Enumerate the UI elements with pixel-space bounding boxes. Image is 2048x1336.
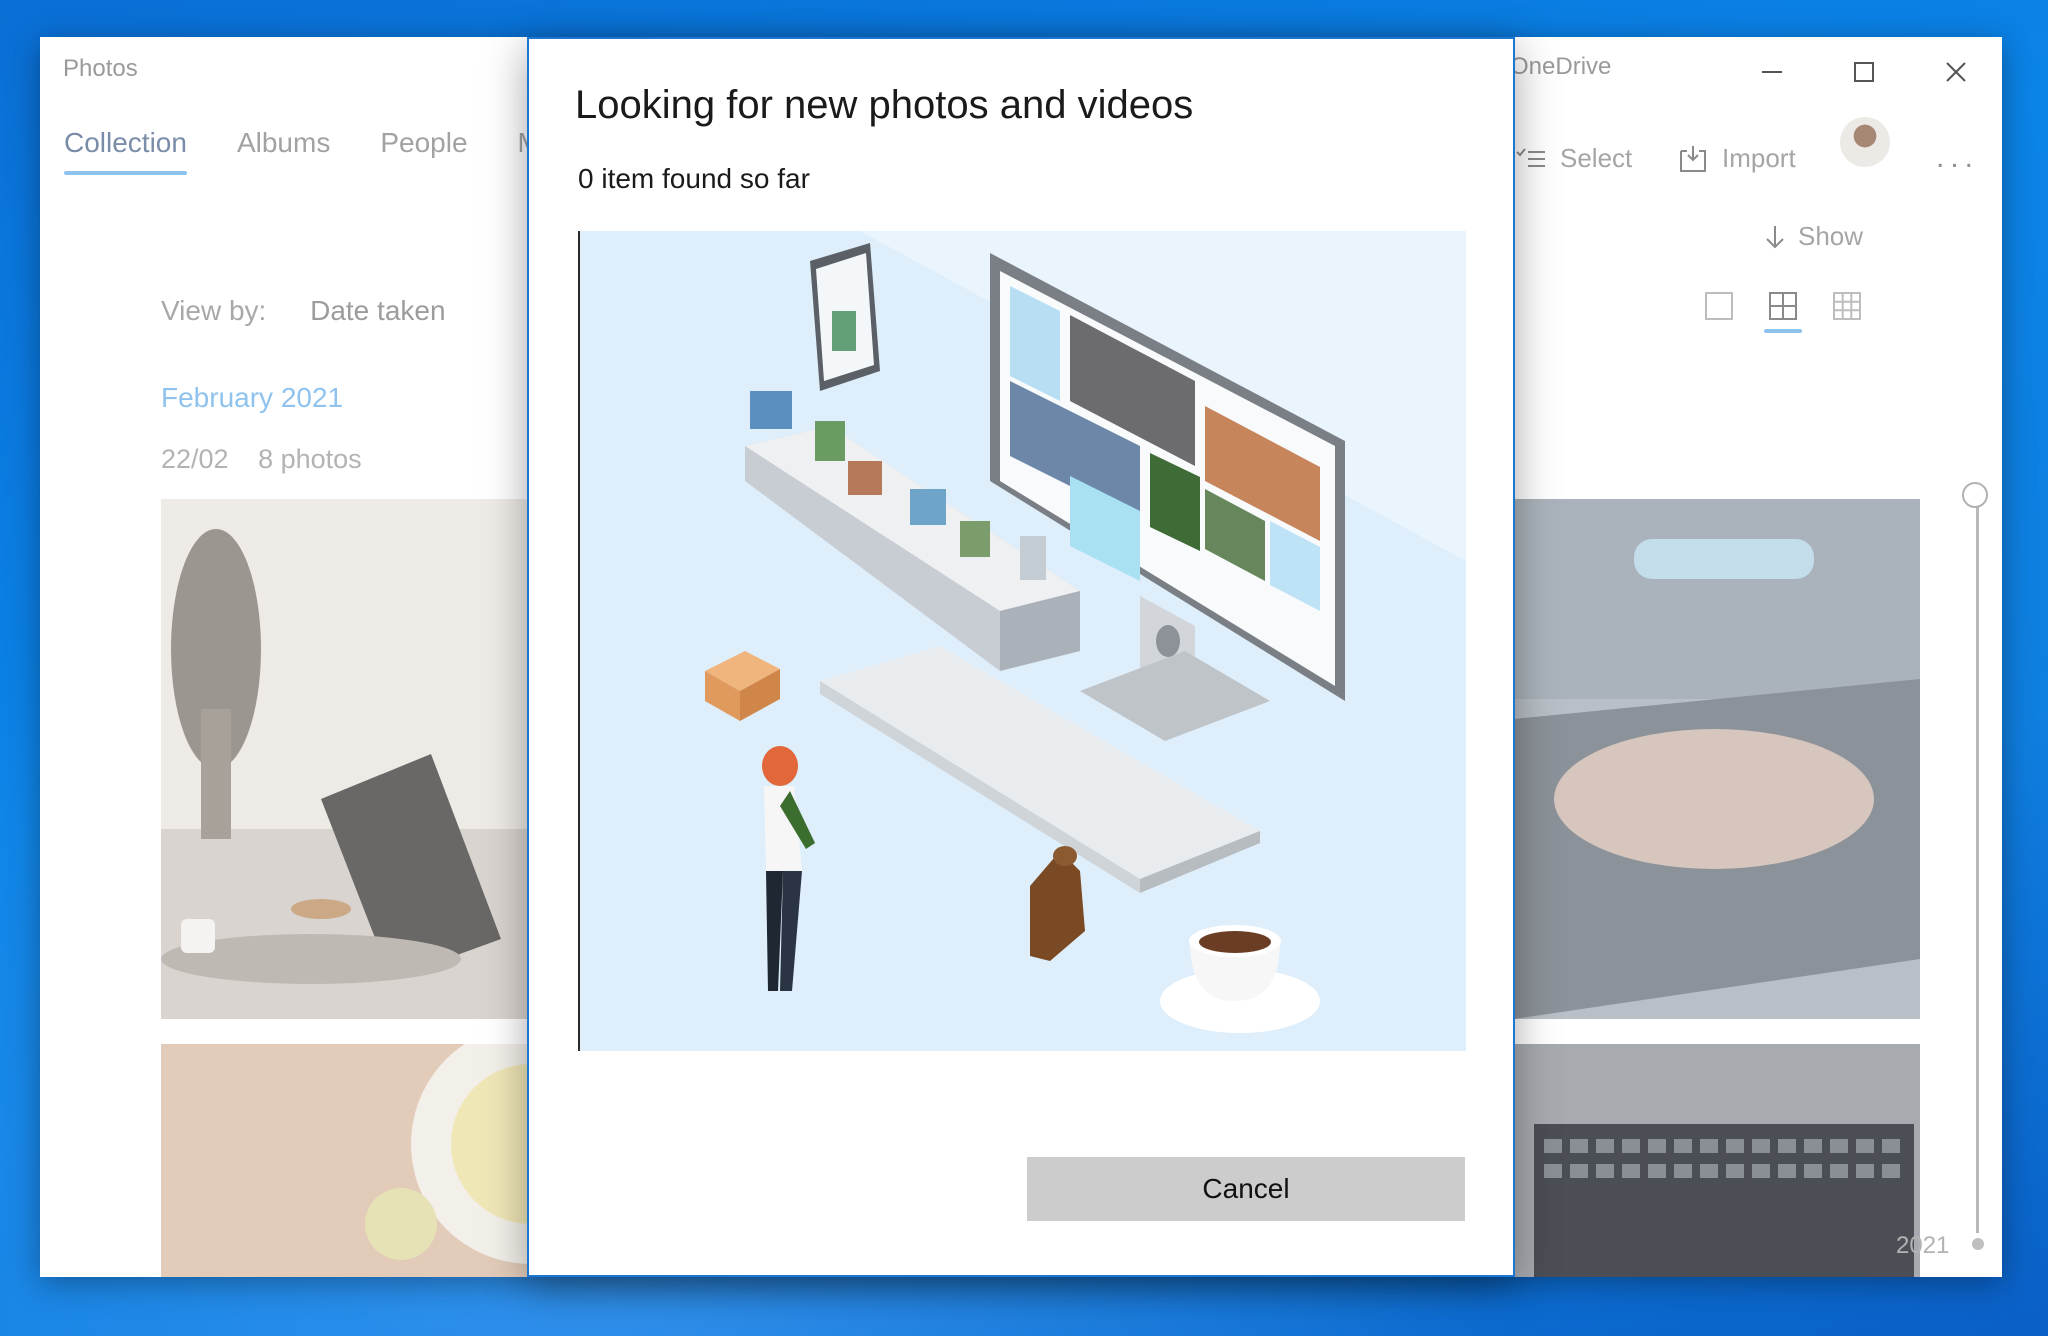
tab-people[interactable]: People	[380, 127, 467, 159]
photo-thumbnail[interactable]	[161, 1044, 561, 1277]
maximize-button[interactable]	[1818, 37, 1910, 107]
show-button[interactable]: Show	[1764, 221, 1863, 252]
maximize-icon	[1854, 62, 1874, 82]
large-view-icon[interactable]	[1704, 291, 1734, 321]
minimize-button[interactable]	[1726, 37, 1818, 107]
timeline-scroll-thumb[interactable]	[1962, 482, 1988, 508]
import-dialog: Looking for new photos and videos 0 item…	[527, 37, 1515, 1277]
import-illustration	[578, 231, 1466, 1051]
cancel-button[interactable]: Cancel	[1027, 1157, 1465, 1221]
import-button[interactable]: Import	[1678, 143, 1796, 174]
close-icon	[1946, 62, 1966, 82]
view-by: View by: Date taken	[161, 295, 446, 327]
timeline-marker	[1972, 1238, 1984, 1250]
tab-collection[interactable]: Collection	[64, 127, 187, 175]
photo-thumbnail[interactable]	[1514, 499, 1920, 1019]
onedrive-label: OneDrive	[1510, 53, 1612, 80]
timeline-scrollbar[interactable]	[1976, 493, 1979, 1233]
timeline-year-label: 2021	[1896, 1232, 1950, 1259]
month-heading[interactable]: February 2021	[161, 382, 343, 414]
photo-thumbnail[interactable]	[161, 499, 561, 1019]
import-icon	[1680, 145, 1706, 172]
app-title: Photos	[63, 55, 138, 82]
view-by-label: View by:	[161, 295, 267, 326]
nav-tabs: Collection Albums People M	[64, 127, 541, 175]
photo-count: 8 photos	[258, 444, 362, 474]
medium-view-icon[interactable]	[1764, 291, 1802, 333]
view-by-dropdown[interactable]: Date taken	[310, 295, 445, 326]
avatar[interactable]	[1840, 117, 1890, 167]
select-checklist-icon	[1516, 147, 1545, 167]
dialog-status: 0 item found so far	[578, 163, 810, 194]
close-button[interactable]	[1910, 37, 2002, 107]
dialog-title: Looking for new photos and videos	[575, 83, 1194, 127]
date-group-header: 22/02 8 photos	[161, 444, 362, 475]
import-label: Import	[1722, 143, 1796, 173]
small-view-icon[interactable]	[1832, 291, 1862, 321]
show-label: Show	[1798, 221, 1864, 251]
photo-thumbnail[interactable]	[1514, 1044, 1920, 1277]
arrow-down-icon	[1766, 225, 1784, 248]
view-size-toggle	[1704, 291, 1862, 333]
date-label: 22/02	[161, 444, 229, 474]
tab-albums[interactable]: Albums	[237, 127, 330, 159]
more-options-button[interactable]: ...	[1936, 141, 1979, 175]
select-button[interactable]: Select	[1516, 143, 1632, 174]
minimize-icon	[1762, 71, 1782, 73]
select-label: Select	[1560, 143, 1633, 173]
